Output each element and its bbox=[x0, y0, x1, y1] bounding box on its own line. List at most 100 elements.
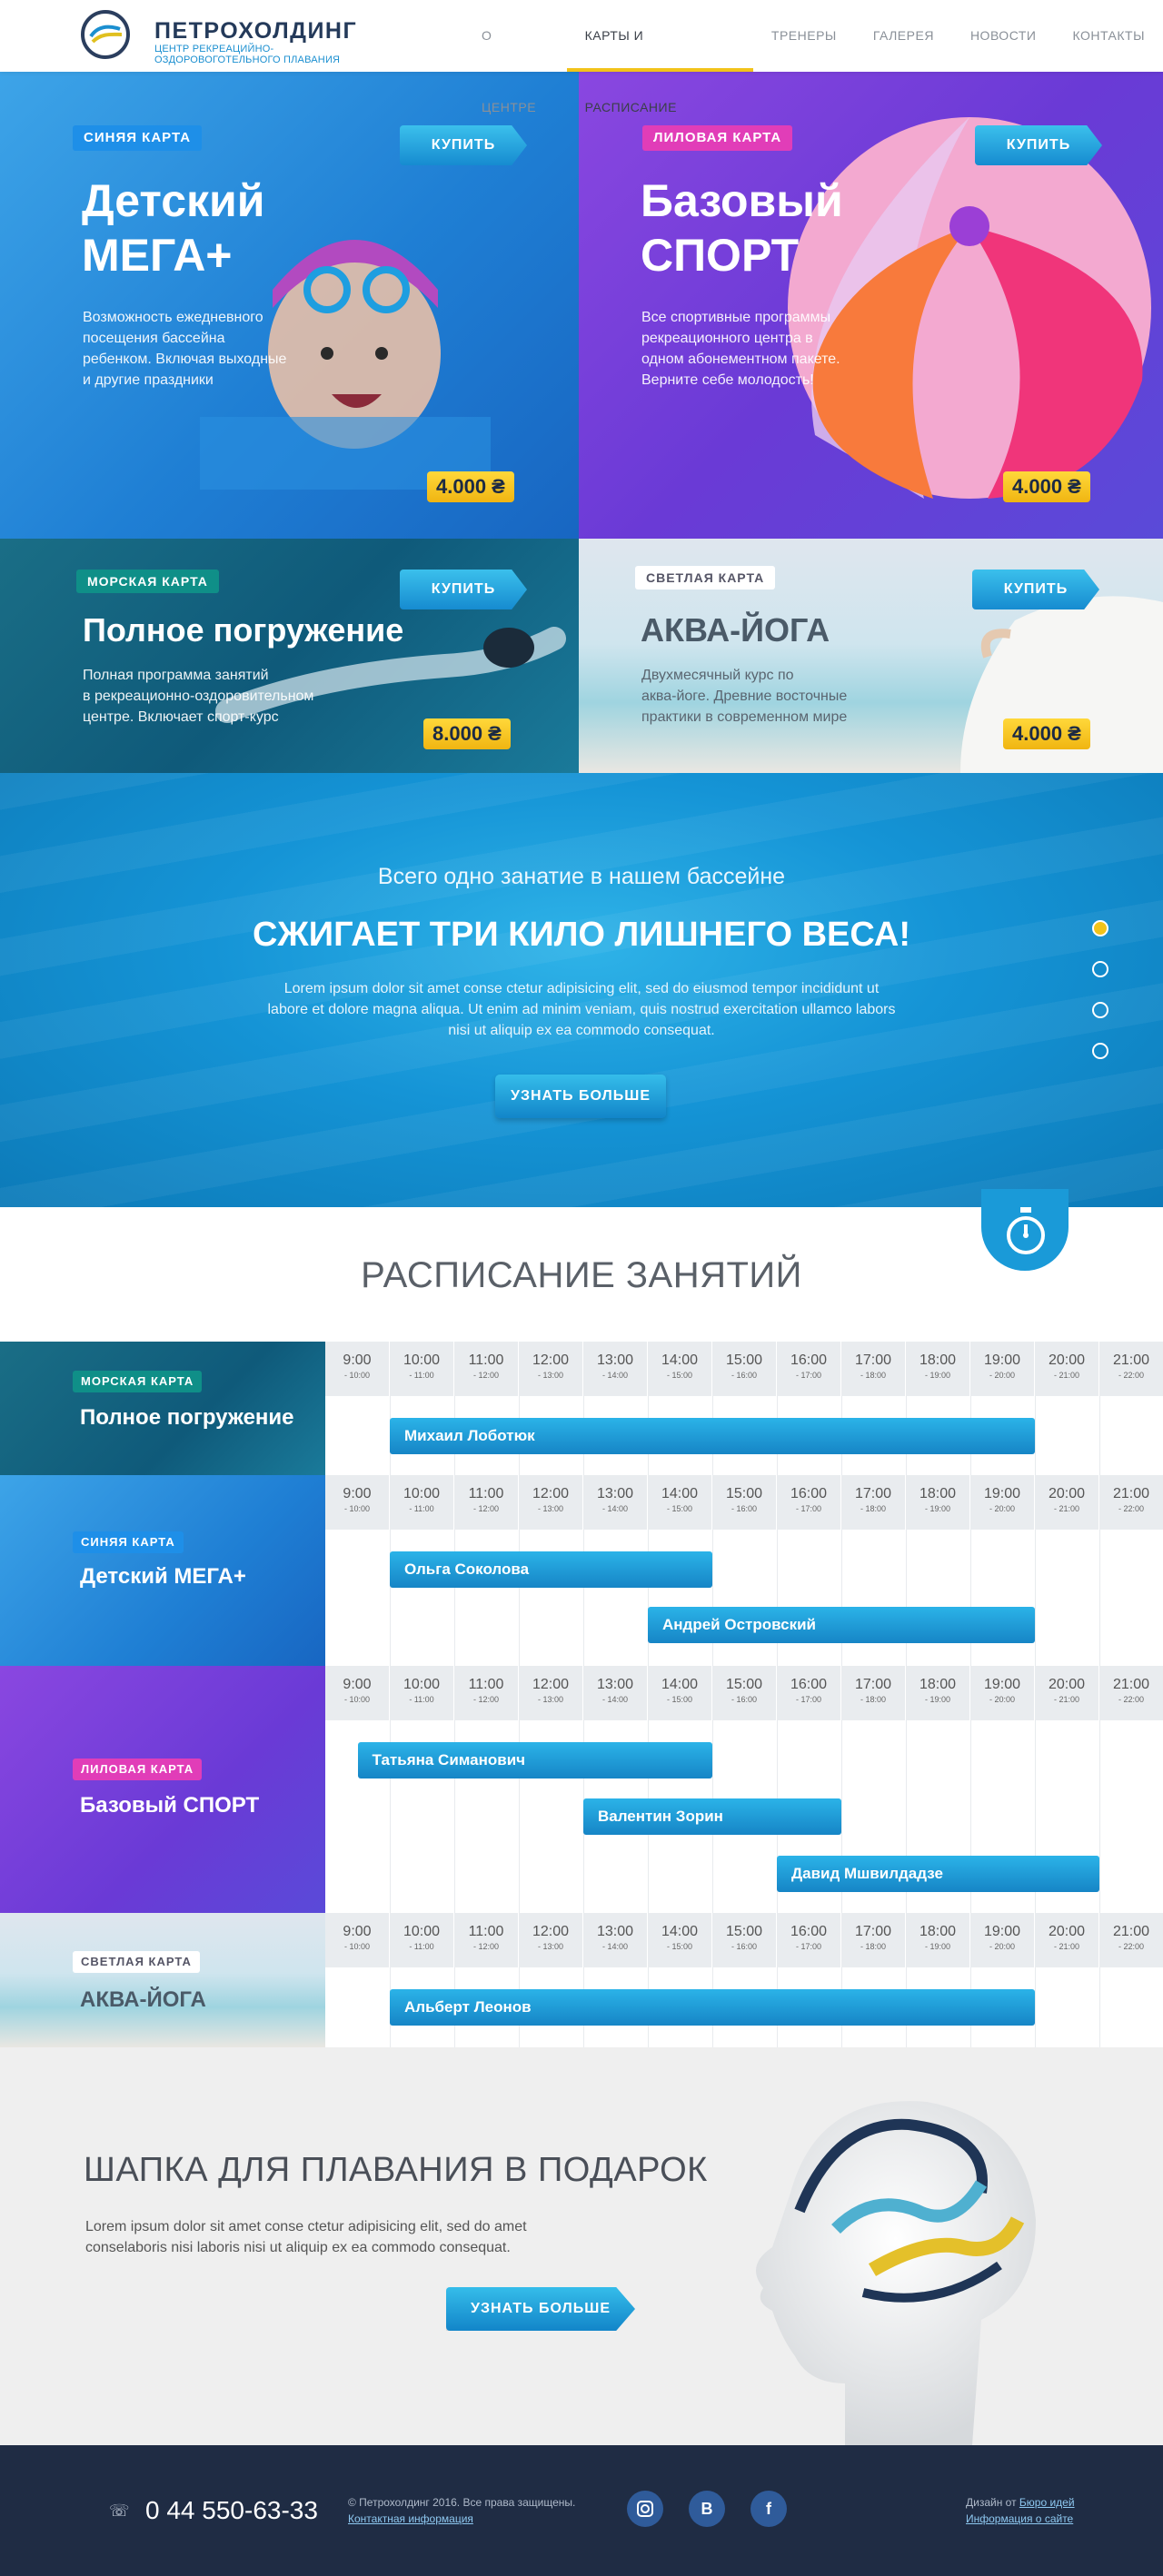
time-slot-header: 13:00 - 14:00 bbox=[583, 1342, 648, 1396]
time-start: 18:00 bbox=[919, 1486, 957, 1501]
instagram-icon[interactable] bbox=[627, 2491, 663, 2527]
time-slot-header: 19:00 - 20:00 bbox=[970, 1666, 1035, 1720]
price-badge: 4.000 ₴ bbox=[427, 471, 514, 502]
schedule-grid: 9:00 - 10:00 10:00 - 11:00 11:00 - 12:00 12:00… bbox=[325, 1666, 1163, 1913]
nav-trainers[interactable]: Тренеры bbox=[753, 0, 855, 72]
time-start: 12:00 bbox=[532, 1677, 570, 1692]
nav-about[interactable]: О центре bbox=[463, 0, 567, 114]
time-start: 9:00 bbox=[343, 1924, 372, 1939]
buy-button[interactable]: КУПИТЬ bbox=[400, 570, 527, 609]
time-end: - 10:00 bbox=[343, 1695, 371, 1704]
nav-gallery[interactable]: Галерея bbox=[855, 0, 952, 72]
time-end: - 14:00 bbox=[601, 1371, 629, 1380]
gift-text: Lorem ipsum dolor sit amet conse ctetur … bbox=[85, 2219, 527, 2255]
designer-line: Дизайн от Бюро идей bbox=[966, 2494, 1075, 2511]
grid-line bbox=[970, 1530, 971, 1666]
time-start: 17:00 bbox=[854, 1677, 892, 1692]
grid-line bbox=[648, 1530, 649, 1666]
vk-icon[interactable]: B bbox=[689, 2491, 725, 2527]
time-start: 16:00 bbox=[790, 1677, 828, 1692]
card-title: Детский МЕГА+ bbox=[82, 173, 265, 282]
schedule-session-bar[interactable]: Михаил Лоботюк bbox=[390, 1418, 1035, 1454]
designer-link[interactable]: Бюро идей bbox=[1019, 2496, 1075, 2509]
desc-line: Полная программа занятий bbox=[83, 668, 269, 683]
footer-phone[interactable]: 0 44 550-63-33 bbox=[145, 2496, 318, 2525]
time-end: - 18:00 bbox=[860, 1695, 887, 1704]
card-description: Двухмесячный курс по аква-йоге. Древние … bbox=[641, 665, 847, 728]
buy-button[interactable]: КУПИТЬ bbox=[972, 570, 1099, 609]
time-slot-header: 21:00 - 22:00 bbox=[1099, 1666, 1163, 1720]
hero-headline: СЖИГАЕТ ТРИ КИЛО ЛИШНЕГО ВЕСА! bbox=[252, 916, 910, 954]
time-end: - 22:00 bbox=[1118, 1504, 1145, 1513]
schedule-session-bar[interactable]: Ольга Соколова bbox=[390, 1551, 712, 1588]
contact-info-link[interactable]: Контактная информация bbox=[348, 2512, 473, 2525]
time-slot-header: 12:00 - 13:00 bbox=[519, 1475, 583, 1530]
time-slot-header: 18:00 - 19:00 bbox=[906, 1913, 970, 1967]
slider-dot[interactable] bbox=[1092, 1002, 1108, 1018]
time-slot-header: 10:00 - 11:00 bbox=[390, 1913, 454, 1967]
time-end: - 13:00 bbox=[537, 1371, 564, 1380]
time-slot-header: 15:00 - 16:00 bbox=[712, 1342, 777, 1396]
schedule-session-bar[interactable]: Валентин Зорин bbox=[583, 1798, 841, 1835]
time-start: 17:00 bbox=[854, 1352, 892, 1368]
gift-learn-more-button[interactable]: УЗНАТЬ БОЛЬШЕ bbox=[446, 2287, 635, 2331]
logo-title: ПЕТРОХОЛДИНГ bbox=[154, 18, 358, 44]
logo[interactable]: ПЕТРОХОЛДИНГ центр рекреацийно-оздоровог… bbox=[80, 9, 362, 65]
schedule-card-name: АКВА-ЙОГА bbox=[80, 1987, 206, 2012]
time-slot-header: 12:00 - 13:00 bbox=[519, 1342, 583, 1396]
time-slot-header: 14:00 - 15:00 bbox=[648, 1342, 712, 1396]
schedule-grid: 9:00 - 10:00 10:00 - 11:00 11:00 - 12:00 12:00… bbox=[325, 1913, 1163, 2047]
desc-line: одном абонементном пакете. bbox=[641, 352, 840, 367]
time-start: 16:00 bbox=[790, 1486, 828, 1501]
nav-contacts[interactable]: Контакты bbox=[1054, 0, 1163, 72]
slider-dot[interactable] bbox=[1092, 1043, 1108, 1059]
time-slot-header: 17:00 - 18:00 bbox=[841, 1913, 906, 1967]
nav-cards-schedule[interactable]: Карты и расписание bbox=[566, 0, 754, 114]
time-slot-header: 10:00 - 11:00 bbox=[390, 1342, 454, 1396]
time-end: - 17:00 bbox=[795, 1504, 822, 1513]
time-slot-header: 14:00 - 15:00 bbox=[648, 1475, 712, 1530]
time-slot-header: 19:00 - 20:00 bbox=[970, 1475, 1035, 1530]
card-description: Все спортивные программы рекреационного … bbox=[641, 307, 840, 391]
time-start: 9:00 bbox=[343, 1677, 372, 1692]
time-start: 11:00 bbox=[468, 1352, 504, 1368]
hero-subtitle: Всего одно занатие в нашем бассейне bbox=[377, 864, 786, 889]
slider-dot[interactable] bbox=[1092, 920, 1108, 936]
time-start: 21:00 bbox=[1112, 1924, 1150, 1939]
time-end: - 14:00 bbox=[601, 1504, 629, 1513]
schedule-grid: 9:00 - 10:00 10:00 - 11:00 11:00 - 12:00 12:00… bbox=[325, 1475, 1163, 1666]
schedule-session-bar[interactable]: Альберт Леонов bbox=[390, 1989, 1035, 2026]
time-start: 15:00 bbox=[725, 1352, 763, 1368]
buy-button[interactable]: КУПИТЬ bbox=[975, 125, 1102, 165]
nav-news[interactable]: Новости bbox=[952, 0, 1055, 72]
time-slot-header: 14:00 - 15:00 bbox=[648, 1666, 712, 1720]
time-start: 20:00 bbox=[1048, 1924, 1086, 1939]
schedule-row-thumb: СИНЯЯ КАРТА Детский МЕГА+ bbox=[0, 1475, 325, 1666]
schedule-session-bar[interactable]: Давид Мшвилдадзе bbox=[777, 1856, 1099, 1892]
hero-banner: Всего одно занатие в нашем бассейне СЖИГ… bbox=[0, 773, 1163, 1207]
price-badge: 4.000 ₴ bbox=[1003, 718, 1090, 749]
time-start: 15:00 bbox=[725, 1486, 763, 1501]
time-slot-header: 16:00 - 17:00 bbox=[777, 1475, 841, 1530]
card-light: Светлая карта АКВА-ЙОГА Двухмесячный кур… bbox=[579, 539, 1163, 773]
schedule-session-bar[interactable]: Татьяна Симанович bbox=[357, 1742, 712, 1778]
time-end: - 19:00 bbox=[924, 1695, 951, 1704]
time-end: - 18:00 bbox=[860, 1504, 887, 1513]
time-end: - 15:00 bbox=[666, 1504, 693, 1513]
time-start: 10:00 bbox=[403, 1677, 441, 1692]
learn-more-button[interactable]: УЗНАТЬ БОЛЬШЕ bbox=[495, 1075, 666, 1118]
time-start: 15:00 bbox=[725, 1677, 763, 1692]
schedule-session-bar[interactable]: Андрей Островский bbox=[648, 1607, 1035, 1643]
time-end: - 21:00 bbox=[1053, 1504, 1080, 1513]
grid-line bbox=[454, 1530, 455, 1666]
site-info-link[interactable]: Информация о сайте bbox=[966, 2512, 1073, 2525]
time-slot-header: 15:00 - 16:00 bbox=[712, 1475, 777, 1530]
time-end: - 17:00 bbox=[795, 1942, 822, 1951]
facebook-icon[interactable]: f bbox=[750, 2491, 787, 2527]
time-end: - 22:00 bbox=[1118, 1695, 1145, 1704]
slider-dot[interactable] bbox=[1092, 961, 1108, 977]
time-slot-header: 11:00 - 12:00 bbox=[454, 1342, 519, 1396]
schedule-title: РАСПИСАНИЕ ЗАНЯТИЙ bbox=[361, 1255, 802, 1295]
time-slot-header: 16:00 - 17:00 bbox=[777, 1666, 841, 1720]
time-end: - 13:00 bbox=[537, 1695, 564, 1704]
